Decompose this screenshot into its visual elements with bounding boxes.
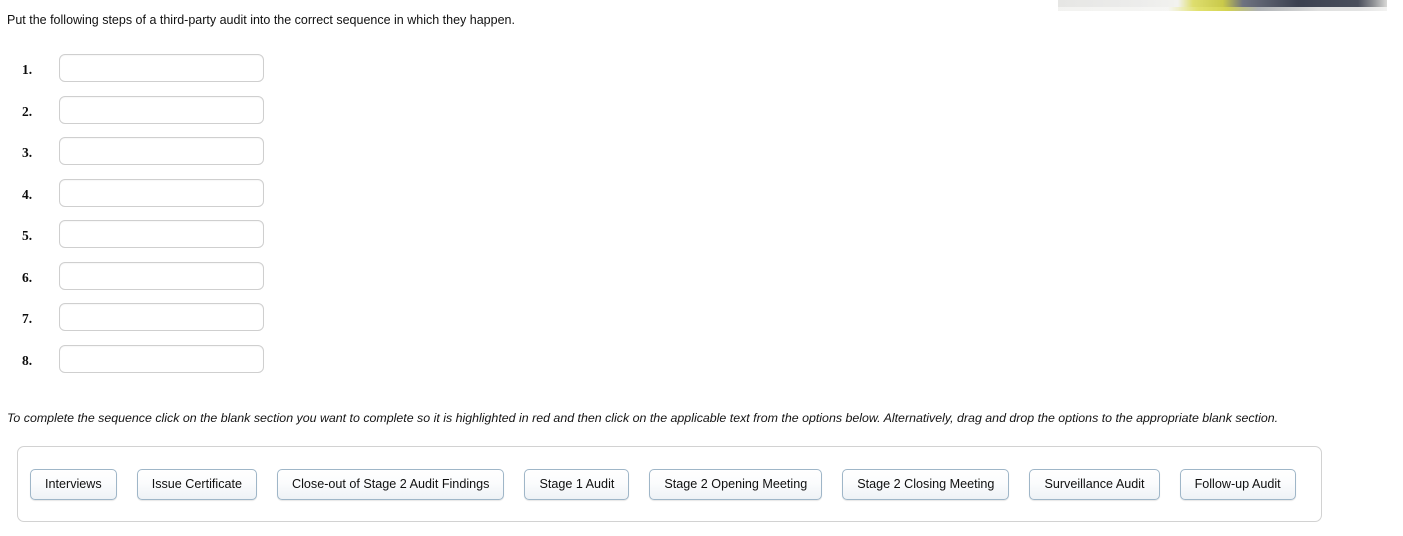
answer-blank-7[interactable] xyxy=(59,303,264,331)
answer-row: 6. xyxy=(0,261,300,304)
option-follow-up-audit[interactable]: Follow-up Audit xyxy=(1179,468,1296,500)
question-prompt: Put the following steps of a third-party… xyxy=(7,13,515,27)
options-row: Interviews Issue Certificate Close-out o… xyxy=(18,447,1296,521)
row-number-1: 1. xyxy=(22,62,33,77)
row-number-2: 2. xyxy=(22,103,33,119)
photo-foreground-band xyxy=(1058,7,1387,11)
answer-row: 1. xyxy=(0,54,300,96)
option-issue-certificate[interactable]: Issue Certificate xyxy=(136,468,257,500)
option-stage-2-opening-meeting[interactable]: Stage 2 Opening Meeting xyxy=(649,468,823,500)
answer-row: 5. xyxy=(0,220,300,262)
answer-row: 7. xyxy=(0,303,300,345)
option-close-out-of-stage-2-audit-findings[interactable]: Close-out of Stage 2 Audit Findings xyxy=(277,468,505,500)
top-right-photo xyxy=(1058,0,1387,11)
instructions-text: To complete the sequence click on the bl… xyxy=(7,411,1279,425)
row-number-6: 6. xyxy=(22,269,33,285)
row-number-8: 8. xyxy=(22,352,33,368)
answer-blank-4[interactable] xyxy=(59,178,264,207)
answer-row: 8. xyxy=(0,344,300,387)
answer-blank-5[interactable] xyxy=(59,220,264,248)
row-number-4: 4. xyxy=(22,186,33,202)
option-stage-2-closing-meeting[interactable]: Stage 2 Closing Meeting xyxy=(842,468,1010,500)
answer-row: 2. xyxy=(0,95,300,138)
answer-row: 4. xyxy=(0,178,300,221)
row-number-5: 5. xyxy=(22,228,33,243)
row-number-7: 7. xyxy=(22,311,33,326)
options-tray: Interviews Issue Certificate Close-out o… xyxy=(17,446,1322,522)
option-stage-1-audit[interactable]: Stage 1 Audit xyxy=(524,468,630,500)
option-interviews[interactable]: Interviews xyxy=(30,468,117,500)
answer-blank-3[interactable] xyxy=(59,137,264,165)
row-number-3: 3. xyxy=(22,145,33,160)
answer-blank-2[interactable] xyxy=(59,95,264,124)
answer-row: 3. xyxy=(0,137,300,179)
answer-blank-8[interactable] xyxy=(59,344,264,373)
answer-sequence-list: 1. 2. 3. 4. 5. 6. 7. 8. xyxy=(0,54,300,386)
option-surveillance-audit[interactable]: Surveillance Audit xyxy=(1029,468,1160,500)
answer-blank-1[interactable] xyxy=(59,54,264,82)
answer-blank-6[interactable] xyxy=(59,261,264,290)
